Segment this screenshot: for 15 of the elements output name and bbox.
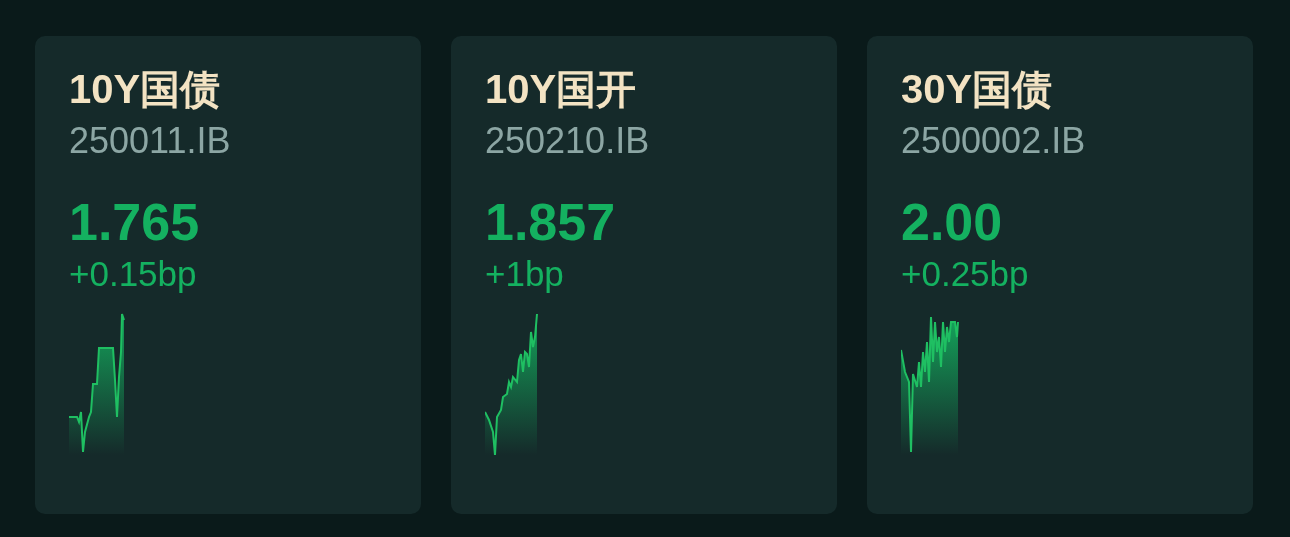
bond-code: 250210.IB <box>485 120 650 162</box>
quote-card[interactable]: 10Y国债 250011.IB 1.765 +0.15bp <box>35 36 421 514</box>
yield-change: +1bp <box>485 253 564 295</box>
quote-card[interactable]: 30Y国债 2500002.IB 2.00 +0.25bp <box>867 36 1253 514</box>
quote-card[interactable]: 10Y国开 250210.IB 1.857 +1bp <box>451 36 837 514</box>
yield-value: 1.765 <box>69 192 200 252</box>
yield-value: 2.00 <box>901 192 1003 252</box>
yield-value: 1.857 <box>485 192 616 252</box>
bond-name: 30Y国债 <box>901 66 1053 113</box>
bond-code: 250011.IB <box>69 120 231 162</box>
yield-change: +0.25bp <box>901 253 1029 295</box>
yield-change: +0.15bp <box>69 253 197 295</box>
bond-code: 2500002.IB <box>901 120 1086 162</box>
bond-name: 10Y国开 <box>485 66 637 113</box>
bond-name: 10Y国债 <box>69 66 221 113</box>
